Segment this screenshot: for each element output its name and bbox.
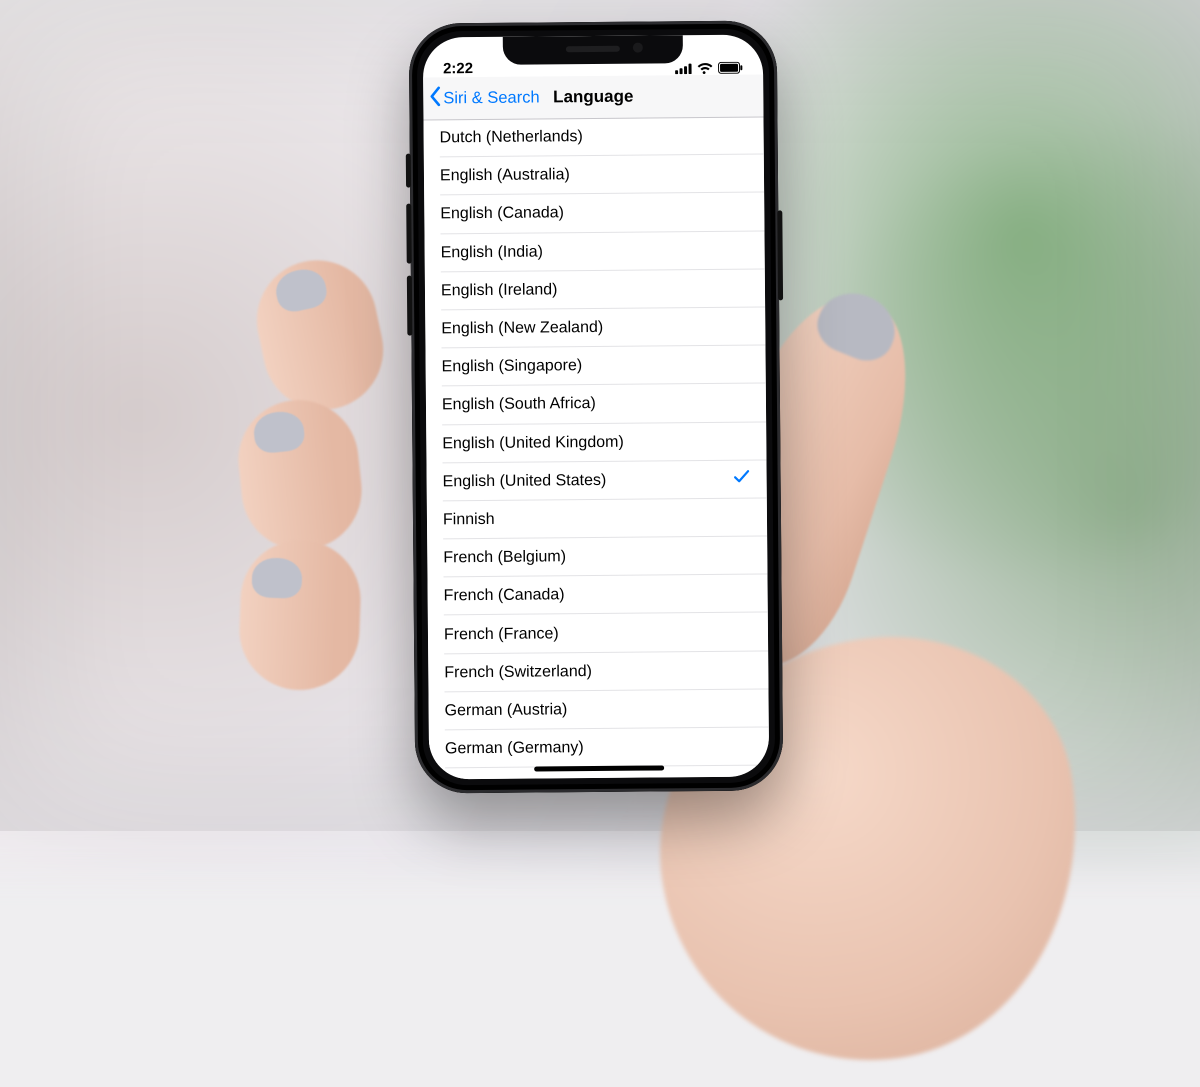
language-row[interactable]: French (Belgium) [427,537,767,578]
language-row[interactable]: English (India) [424,231,764,272]
language-row[interactable]: French (France) [428,613,768,654]
notch [503,35,683,65]
language-row[interactable]: Dutch (Netherlands) [423,117,763,158]
phone-frame: 2:22 [409,20,784,793]
language-label: English (South Africa) [442,395,596,414]
language-row[interactable]: English (Canada) [424,193,764,234]
status-time: 2:22 [443,60,473,77]
language-row[interactable]: English (Ireland) [425,269,765,310]
language-row[interactable]: English (United Kingdom) [426,422,766,463]
language-label: German (Austria) [445,701,568,720]
language-row[interactable]: English (Singapore) [425,346,765,387]
chevron-left-icon [429,86,441,111]
language-label: English (Ireland) [441,281,558,300]
language-label: English (Australia) [440,167,570,186]
language-label: English (Canada) [440,205,564,224]
language-list[interactable]: Dutch (Netherlands) English (Australia) En… [423,117,769,780]
language-label: English (United Kingdom) [442,433,624,453]
wifi-icon [697,63,713,74]
language-row[interactable]: Finnish [427,498,767,539]
back-button[interactable]: Siri & Search [429,76,540,119]
battery-icon [718,62,743,74]
language-label: French (Switzerland) [444,663,592,682]
language-row[interactable]: English (New Zealand) [425,307,765,348]
language-label: Dutch (Netherlands) [440,128,583,147]
checkmark-icon [733,468,751,491]
language-label: English (New Zealand) [441,319,603,338]
back-label: Siri & Search [443,88,539,108]
language-label: French (France) [444,625,559,644]
nav-bar: Siri & Search Language [423,75,763,121]
language-label: English (Singapore) [442,357,583,376]
language-label: French (Belgium) [443,548,566,567]
language-label: English (India) [441,243,543,262]
language-row[interactable]: English (Australia) [424,155,764,196]
page-title: Language [553,87,633,108]
language-label: English (United States) [443,472,607,491]
language-row[interactable]: English (South Africa) [426,384,766,425]
language-label: German (Germany) [445,739,584,758]
language-row[interactable]: French (Canada) [427,575,767,616]
language-label: French (Canada) [444,587,565,606]
cellular-icon [675,63,692,74]
language-row[interactable]: German (Austria) [428,689,768,730]
language-row[interactable]: French (Switzerland) [428,651,768,692]
phone-screen: 2:22 [423,35,769,780]
language-row[interactable]: English (United States) [426,460,766,501]
language-label: Finnish [443,511,495,529]
language-row[interactable]: German (Germany) [429,728,769,769]
